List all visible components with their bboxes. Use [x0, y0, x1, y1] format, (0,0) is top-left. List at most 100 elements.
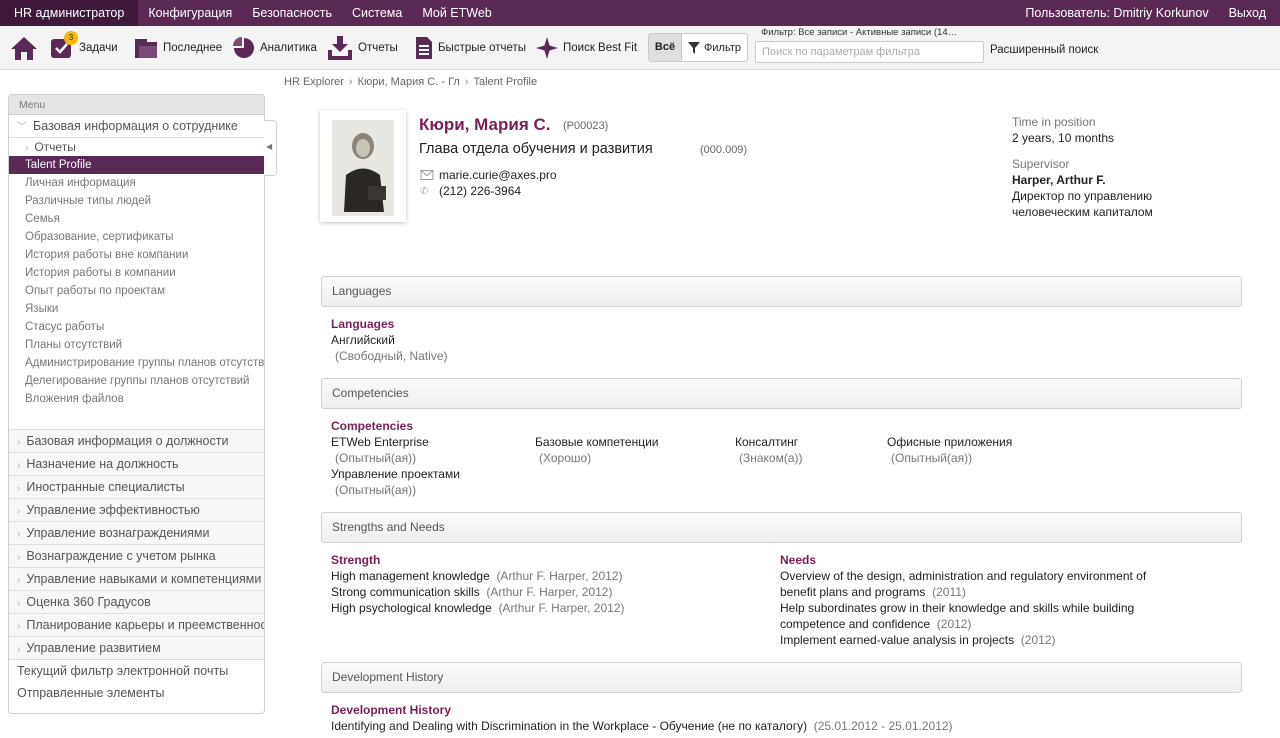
chevron-right-icon: › [17, 621, 21, 632]
strength-text: Strong communication skills [331, 585, 480, 599]
sidebar-category[interactable]: › Планирование карьеры и преемственности [9, 614, 264, 637]
advanced-search-link[interactable]: Расширенный поиск [990, 44, 1098, 56]
employee-phone: (212) 226-3964 [439, 184, 522, 198]
reports-label: Отчеты [358, 42, 398, 54]
chevron-right-icon: › [17, 437, 21, 448]
sidebar-item-personal-info[interactable]: Личная информация [9, 174, 264, 192]
filter-label: Фильтр [704, 41, 741, 54]
download-tray-icon [328, 36, 352, 60]
development-item-text: Identifying and Dealing with Discriminat… [331, 719, 808, 733]
needs-subtitle: Needs [780, 553, 817, 567]
home-button[interactable] [10, 26, 38, 70]
sidebar-category-employee-basics[interactable]: ﹀ Базовая информация о сотруднике [9, 115, 264, 138]
filter-search-input[interactable] [755, 41, 984, 63]
time-in-position-value: 2 years, 10 months [1012, 131, 1115, 145]
sidebar-category[interactable]: › Управление навыками и компетенциями [9, 568, 264, 591]
chevron-right-icon: › [17, 552, 21, 563]
supervisor-label: Supervisor [1012, 157, 1070, 171]
need-item-line1: Overview of the design, administration a… [780, 569, 1147, 583]
sidebar-category-label: Назначение на должность [26, 457, 179, 471]
best-fit-button[interactable]: Поиск Best Fit [536, 26, 637, 70]
need-item-line2: competence and confidence (2012) [780, 617, 971, 631]
current-user[interactable]: Пользователь: Dmitriy Korkunov [1015, 0, 1218, 26]
competency-level: (Знаком(а)) [739, 451, 803, 465]
nav-my-etweb[interactable]: Мой ETWeb [412, 0, 501, 26]
development-item: Identifying and Dealing with Discriminat… [331, 719, 953, 733]
strength-meta: (Arthur F. Harper, 2012) [496, 569, 623, 583]
language-name: Английский [331, 333, 395, 347]
reports-button[interactable]: Отчеты [327, 26, 398, 70]
sidebar-item-people-types[interactable]: Различные типы людей [9, 192, 264, 210]
sidebar-group-reports[interactable]: › Отчеты [9, 138, 264, 156]
sidebar-category[interactable]: › Управление эффективностью [9, 499, 264, 522]
sidebar-category-label: Вознаграждение с учетом рынка [26, 549, 216, 563]
sidebar-item-file-attachments[interactable]: Вложения файлов [9, 390, 264, 408]
analytics-button[interactable]: Аналитика [233, 26, 317, 70]
competency-name: Базовые компетенции [535, 435, 659, 449]
sidebar-item-absence-group-admin[interactable]: Администрирование группы планов отсутств… [9, 354, 264, 372]
sidebar-category[interactable]: › Базовая информация о должности [9, 430, 264, 453]
need-text: Implement earned-value analysis in proje… [780, 633, 1015, 647]
nav-system[interactable]: Система [342, 0, 412, 26]
breadcrumb-employee[interactable]: Кюри, Мария С. - Гл [358, 76, 460, 88]
logout-link[interactable]: Выход [1219, 0, 1280, 26]
nav-configuration[interactable]: Конфигурация [138, 0, 242, 26]
strength-item: High psychological knowledge (Arthur F. … [331, 601, 625, 615]
employee-email[interactable]: marie.curie@axes.pro [439, 168, 557, 182]
strength-subtitle: Strength [331, 553, 381, 567]
competency-level: (Опытный(ая)) [335, 451, 417, 465]
sidebar-title: Menu [9, 95, 264, 115]
filter-button[interactable]: Фильтр [682, 34, 747, 61]
recent-button[interactable]: Последнее [134, 26, 222, 70]
language-level: (Свободный, Native) [335, 349, 448, 363]
tasks-button[interactable]: Задачи [50, 26, 118, 70]
sidebar-item-absence-plans[interactable]: Планы отсутствий [9, 336, 264, 354]
chevron-right-icon: › [17, 483, 21, 494]
sidebar-item-family[interactable]: Семья [9, 210, 264, 228]
all-records-button[interactable]: Всё [649, 34, 682, 61]
chevron-right-icon: › [17, 506, 21, 517]
sidebar-category[interactable]: › Назначение на должность [9, 453, 264, 476]
sidebar-category[interactable]: › Иностранные специалисты [9, 476, 264, 499]
sidebar-category[interactable]: › Управление вознаграждениями [9, 522, 264, 545]
sidebar-link-sent-items[interactable]: Отправленные элементы [9, 682, 264, 704]
sidebar-item-talent-profile[interactable]: Talent Profile [9, 156, 264, 174]
sidebar-item-absence-group-delegation[interactable]: Делегирование группы планов отсутствий [9, 372, 264, 390]
sidebar-item-work-status[interactable]: Стасус работы [9, 318, 264, 336]
sidebar-item-internal-work-history[interactable]: История работы в компании [9, 264, 264, 282]
sidebar-item-external-work-history[interactable]: История работы вне компании [9, 246, 264, 264]
development-item-dates: (25.01.2012 - 25.01.2012) [813, 719, 953, 733]
sidebar-item-project-experience[interactable]: Опыт работы по проектам [9, 282, 264, 300]
sidebar-category-label: Управление эффективностью [26, 503, 200, 517]
sidebar-item-languages[interactable]: Языки [9, 300, 264, 318]
need-text: benefit plans and programs [780, 585, 926, 599]
supervisor-name[interactable]: Harper, Arthur F. [1012, 173, 1106, 187]
nav-hr-admin[interactable]: HR администратор [0, 0, 139, 26]
sidebar-category-label: Иностранные специалисты [26, 480, 185, 494]
sidebar-menu: Menu ﹀ Базовая информация о сотруднике › О… [8, 94, 265, 714]
strength-meta: (Arthur F. Harper, 2012) [486, 585, 613, 599]
nav-security[interactable]: Безопасность [242, 0, 342, 26]
sidebar-category-label: Базовая информация о сотруднике [33, 119, 238, 133]
sidebar-item-education[interactable]: Образование, сертификаты [9, 228, 264, 246]
languages-subtitle: Languages [331, 317, 395, 331]
sidebar-collapse-tab[interactable]: ◀ [264, 120, 277, 176]
development-history-section-header[interactable]: Development History [321, 662, 1242, 693]
strengths-needs-section-header[interactable]: Strengths and Needs [321, 512, 1242, 543]
competency-level: (Хорошо) [539, 451, 592, 465]
employee-name: Кюри, Мария С. [419, 115, 551, 134]
sidebar-category-label: Планирование карьеры и преемственности [26, 618, 264, 632]
employee-photo-frame [320, 110, 406, 222]
folder-icon [135, 39, 157, 58]
competencies-section-header[interactable]: Competencies [321, 378, 1242, 409]
sidebar-link-email-filter[interactable]: Текущий фильтр электронной почты [9, 660, 264, 682]
languages-section-header[interactable]: Languages [321, 276, 1242, 307]
tasks-label: Задачи [79, 42, 118, 54]
sidebar-category[interactable]: › Оценка 360 Градусов [9, 591, 264, 614]
sidebar-open-list: › Отчеты Talent Profile Личная информация… [9, 138, 264, 430]
tasks-count-badge: 3 [64, 31, 78, 45]
sidebar-category[interactable]: › Управление развитием [9, 637, 264, 660]
breadcrumb-hr-explorer[interactable]: HR Explorer [284, 76, 344, 88]
quick-reports-button[interactable]: Быстрые отчеты [415, 26, 526, 70]
sidebar-category[interactable]: › Вознаграждение с учетом рынка [9, 545, 264, 568]
